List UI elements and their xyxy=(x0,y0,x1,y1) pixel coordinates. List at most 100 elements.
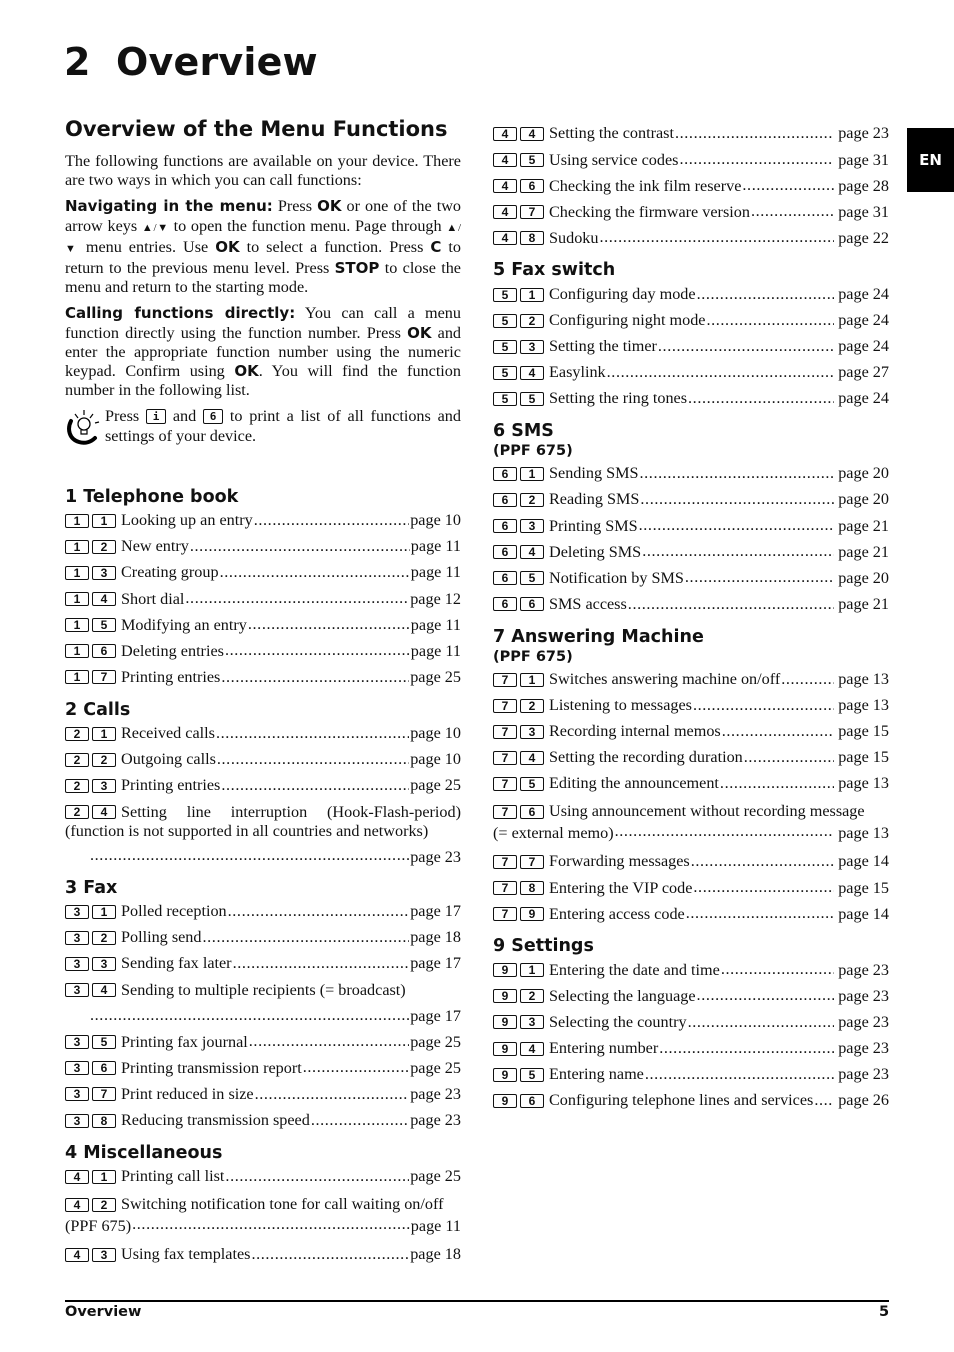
key-button: 7 xyxy=(493,881,517,896)
entry-label: Sending fax later xyxy=(121,954,232,973)
entry-page-ref[interactable]: page 15 xyxy=(838,748,889,767)
entry-page-ref[interactable]: page 25 xyxy=(410,1059,461,1078)
entry-page-ref[interactable]: page 20 xyxy=(838,569,889,588)
entry-page-ref[interactable]: page 23 xyxy=(838,1039,889,1058)
entry-page-ref[interactable]: page 21 xyxy=(838,595,889,614)
entry-page-ref[interactable]: page 11 xyxy=(411,537,461,556)
menu-entry: 65 Notification by SMS page 20 xyxy=(493,565,889,591)
key-button: 5 xyxy=(520,571,544,586)
entry-page-ref[interactable]: page 24 xyxy=(838,311,889,330)
entry-page-ref[interactable]: page 21 xyxy=(838,543,889,562)
entry-page-ref[interactable]: page 22 xyxy=(838,229,889,248)
entry-label: Printing transmission report xyxy=(121,1058,302,1077)
entry-leader-line: page 17 xyxy=(65,1003,461,1029)
key-button: 5 xyxy=(493,339,517,354)
entry-page-ref[interactable]: page 24 xyxy=(838,337,889,356)
entry-label: Recording internal memos xyxy=(549,722,721,741)
footer-page-number: 5 xyxy=(879,1304,890,1320)
entry-page-ref[interactable]: page 21 xyxy=(838,517,889,536)
entry-page-ref[interactable]: page 13 xyxy=(838,774,889,793)
dot-leader xyxy=(697,285,835,304)
group-title: 5 Fax switch xyxy=(493,260,616,281)
dot-leader xyxy=(225,641,410,660)
entry-page-ref[interactable]: page 23 xyxy=(838,961,889,980)
entry-label: Configuring night mode xyxy=(549,311,706,329)
entry-page-ref[interactable]: page 10 xyxy=(410,724,461,743)
lightbulb-tip-icon xyxy=(67,410,100,446)
entry-page-ref[interactable]: page 11 xyxy=(411,616,461,635)
entry-page-ref[interactable]: page 26 xyxy=(838,1091,889,1110)
entry-page-ref[interactable]: page 17 xyxy=(410,1007,461,1026)
entry-label: Sudoku xyxy=(549,228,599,247)
entry-page-ref[interactable]: page 20 xyxy=(838,464,889,483)
entry-page-ref[interactable]: page 23 xyxy=(410,1085,461,1104)
dot-leader xyxy=(814,1091,834,1110)
entry-page-ref[interactable]: page 23 xyxy=(838,1065,889,1084)
entry-page-ref[interactable]: page 28 xyxy=(838,177,889,196)
key-button: 4 xyxy=(520,127,544,142)
entry-page-ref[interactable]: page 25 xyxy=(410,668,461,687)
entry-page-ref[interactable]: page 18 xyxy=(410,928,461,947)
entry-page-ref[interactable]: page 25 xyxy=(410,1167,461,1186)
entry-page-ref[interactable]: page 17 xyxy=(410,902,461,921)
entry-second-line: (= external memo) page 13 xyxy=(493,823,889,845)
group-title: 9 Settings xyxy=(493,936,594,957)
entry-page-ref[interactable]: page 14 xyxy=(838,852,889,871)
key-button: 9 xyxy=(493,1041,517,1056)
entry-page-ref[interactable]: page 31 xyxy=(838,151,889,170)
entry-page-ref[interactable]: page 15 xyxy=(838,722,889,741)
entry-label: Entering the VIP code xyxy=(549,878,693,897)
entry-label: Switching notification tone for call wai… xyxy=(121,1195,444,1214)
key-button: 5 xyxy=(92,1035,116,1050)
dot-leader xyxy=(221,668,409,687)
entry-label-continued: (= external memo) xyxy=(493,824,614,843)
entry-page-ref[interactable]: page 27 xyxy=(838,363,889,382)
key-button: 2 xyxy=(65,726,89,741)
entry-page-ref[interactable]: page 12 xyxy=(410,590,461,609)
key-button: 8 xyxy=(92,1113,116,1128)
entry-page-ref[interactable]: page 20 xyxy=(838,490,889,509)
key-button: 3 xyxy=(65,930,89,945)
entry-page-ref[interactable]: page 23 xyxy=(838,1013,889,1032)
menu-entry: 9 6 Configuring telephone lines and servic… xyxy=(493,1088,889,1114)
entry-page-ref[interactable]: page 24 xyxy=(838,285,889,304)
entry-page-ref[interactable]: page 11 xyxy=(411,1217,461,1236)
key-button: 2 xyxy=(65,804,89,819)
entry-page-ref[interactable]: page 14 xyxy=(838,905,889,924)
entry-page-ref[interactable]: page 10 xyxy=(410,511,461,530)
entry-page-ref[interactable]: page 25 xyxy=(410,776,461,795)
function-keys: 77 xyxy=(493,855,544,870)
right-column: 44Setting the contrastpage 2345Using ser… xyxy=(493,121,889,1114)
entry-page-ref[interactable]: page 15 xyxy=(838,879,889,898)
entry-page-ref[interactable]: page 11 xyxy=(411,642,461,661)
entry-page-ref[interactable]: page 13 xyxy=(838,824,889,843)
entry-page-ref[interactable]: page 11 xyxy=(411,563,461,582)
dot-leader xyxy=(303,1058,409,1077)
key-button: 2 xyxy=(520,989,544,1004)
entry-page-ref[interactable]: page 13 xyxy=(838,696,889,715)
entry-page-ref[interactable]: page 13 xyxy=(838,670,889,689)
entry-page-ref[interactable]: page 25 xyxy=(410,1033,461,1052)
function-keys: 38 xyxy=(65,1113,116,1128)
entry-page-ref[interactable]: page 23 xyxy=(838,987,889,1006)
entry-label: Deleting SMS xyxy=(549,542,642,561)
menu-entry: 2 4 Setting line interruption (Hook-Flash-… xyxy=(65,799,461,869)
entry-page-ref[interactable]: page 23 xyxy=(410,848,461,867)
entry-label: Listening to messages xyxy=(549,696,692,715)
entry-page-ref[interactable]: page 17 xyxy=(410,954,461,973)
key-button: 5 xyxy=(520,153,544,168)
entry-page-ref[interactable]: page 31 xyxy=(838,203,889,222)
dot-leader xyxy=(607,363,835,382)
entry-label: Selecting the language xyxy=(549,986,696,1005)
menu-group: 6 SMS(PPF 675)61Sending SMSpage 2062Read… xyxy=(493,420,889,618)
key-button: 2 xyxy=(92,752,116,767)
entry-page-ref[interactable]: page 23 xyxy=(410,1111,461,1130)
menu-group: 4 Miscellaneous41Printing call listpage … xyxy=(65,1142,461,1268)
entry-page-ref[interactable]: page 23 xyxy=(838,124,889,143)
entry-page-ref[interactable]: page 18 xyxy=(410,1245,461,1264)
dot-leader xyxy=(639,516,835,535)
function-keys: 75 xyxy=(493,776,544,791)
entry-page-ref[interactable]: page 10 xyxy=(410,750,461,769)
menu-entry: 36 Printing transmission report page 25 xyxy=(65,1055,461,1081)
entry-page-ref[interactable]: page 24 xyxy=(838,389,889,408)
